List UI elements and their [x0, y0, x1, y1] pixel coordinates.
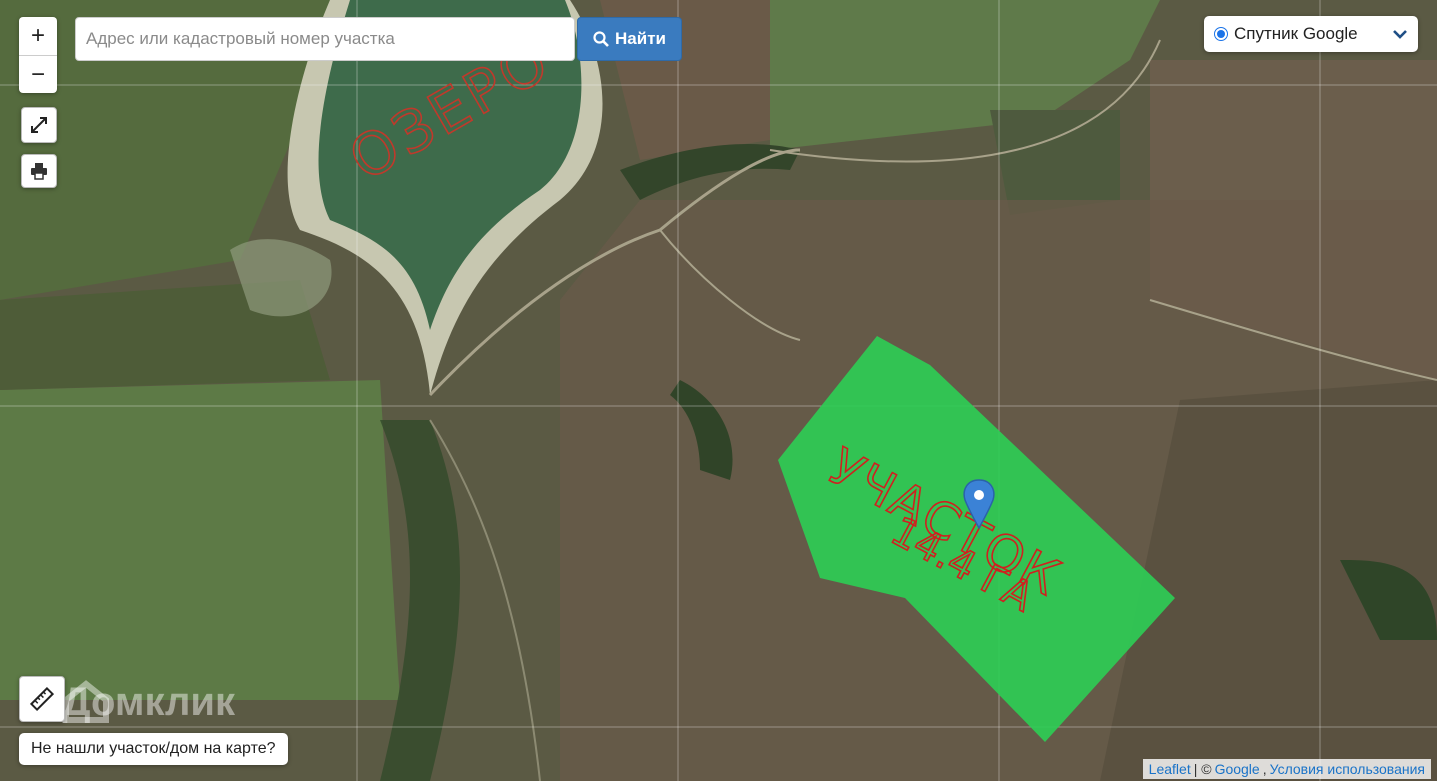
map-canvas[interactable]: ОЗЕРО УЧАСТОК 14.4 ГА Домклик — [0, 0, 1437, 781]
not-found-button[interactable]: Не нашли участок/дом на карте? — [19, 733, 288, 765]
ruler-icon — [30, 687, 54, 711]
zoom-in-button[interactable]: + — [19, 17, 57, 55]
layer-radio[interactable] — [1214, 27, 1228, 41]
satellite-imagery: ОЗЕРО УЧАСТОК 14.4 ГА — [0, 0, 1437, 781]
layer-select[interactable]: Спутник Google — [1204, 16, 1418, 52]
domclick-watermark: Домклик — [62, 680, 235, 725]
search-button[interactable]: Найти — [577, 17, 682, 61]
measure-button[interactable] — [19, 676, 65, 722]
layer-selected-label: Спутник Google — [1234, 24, 1358, 43]
search-button-label: Найти — [615, 29, 666, 48]
attribution-separator: | © — [1193, 761, 1212, 777]
attribution-comma: , — [1262, 761, 1267, 777]
fullscreen-button[interactable] — [21, 107, 57, 143]
zoom-out-button[interactable]: − — [19, 55, 57, 94]
search-input[interactable] — [75, 17, 575, 61]
printer-icon — [31, 163, 47, 180]
leaflet-link[interactable]: Leaflet — [1149, 761, 1191, 777]
search-icon — [593, 31, 609, 47]
terms-link[interactable]: Условия использования — [1270, 761, 1425, 777]
google-link[interactable]: Google — [1215, 761, 1260, 777]
chevron-down-icon[interactable] — [1392, 28, 1408, 40]
zoom-control: + − — [19, 17, 57, 93]
map-attribution: Leaflet | © Google, Условия использовани… — [1142, 759, 1431, 779]
expand-icon — [31, 117, 47, 133]
house-logo-icon — [63, 680, 109, 723]
print-button[interactable] — [21, 154, 57, 188]
